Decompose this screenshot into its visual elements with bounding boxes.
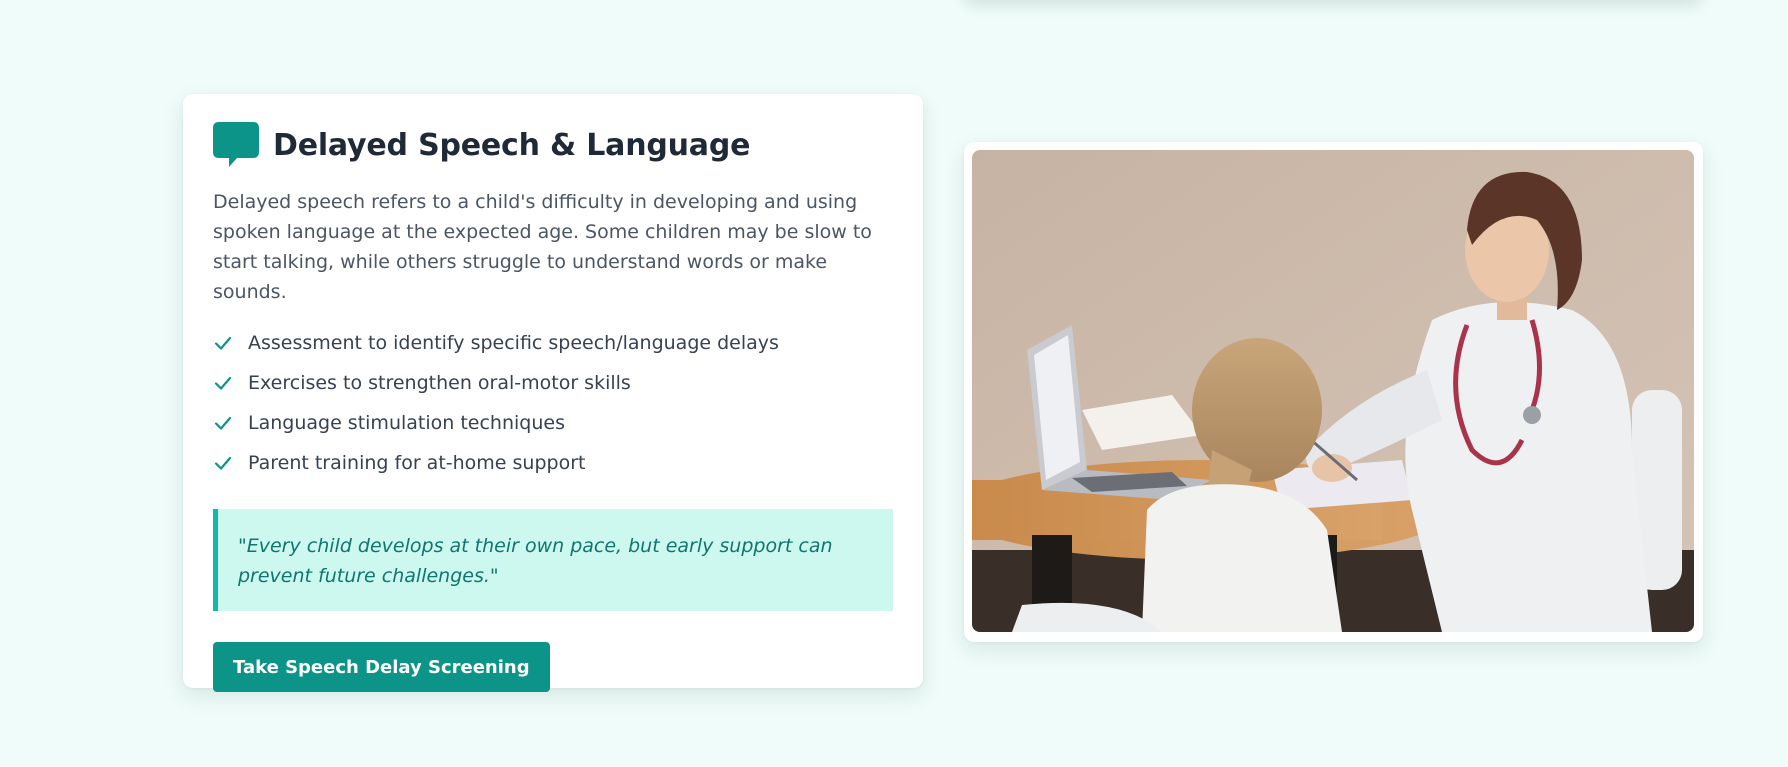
encouragement-quote: "Every child develops at their own pace,… — [213, 509, 893, 611]
feature-label: Exercises to strengthen oral-motor skill… — [248, 372, 631, 394]
card-header: Delayed Speech & Language — [213, 122, 893, 168]
check-icon — [214, 456, 232, 470]
feature-item: Parent training for at-home support — [213, 443, 893, 483]
feature-item: Assessment to identify specific speech/l… — [213, 323, 893, 363]
feature-label: Assessment to identify specific speech/l… — [248, 332, 779, 354]
doctor-with-child-photo — [972, 150, 1694, 632]
speech-delay-card: Delayed Speech & Language Delayed speech… — [183, 94, 923, 692]
feature-list: Assessment to identify specific speech/l… — [213, 323, 893, 483]
section-description: Delayed speech refers to a child's diffi… — [213, 191, 872, 303]
feature-label: Language stimulation techniques — [248, 412, 565, 434]
feature-item: Exercises to strengthen oral-motor skill… — [213, 363, 893, 403]
check-icon — [214, 416, 232, 430]
speech-screening-button[interactable]: Take Speech Delay Screening — [213, 642, 550, 692]
check-icon — [214, 376, 232, 390]
feature-label: Parent training for at-home support — [248, 452, 586, 474]
speech-bubble-icon — [213, 122, 259, 167]
photo-card — [964, 142, 1703, 642]
section-title: Delayed Speech & Language — [273, 127, 751, 163]
check-icon — [214, 336, 232, 350]
feature-item: Language stimulation techniques — [213, 403, 893, 443]
